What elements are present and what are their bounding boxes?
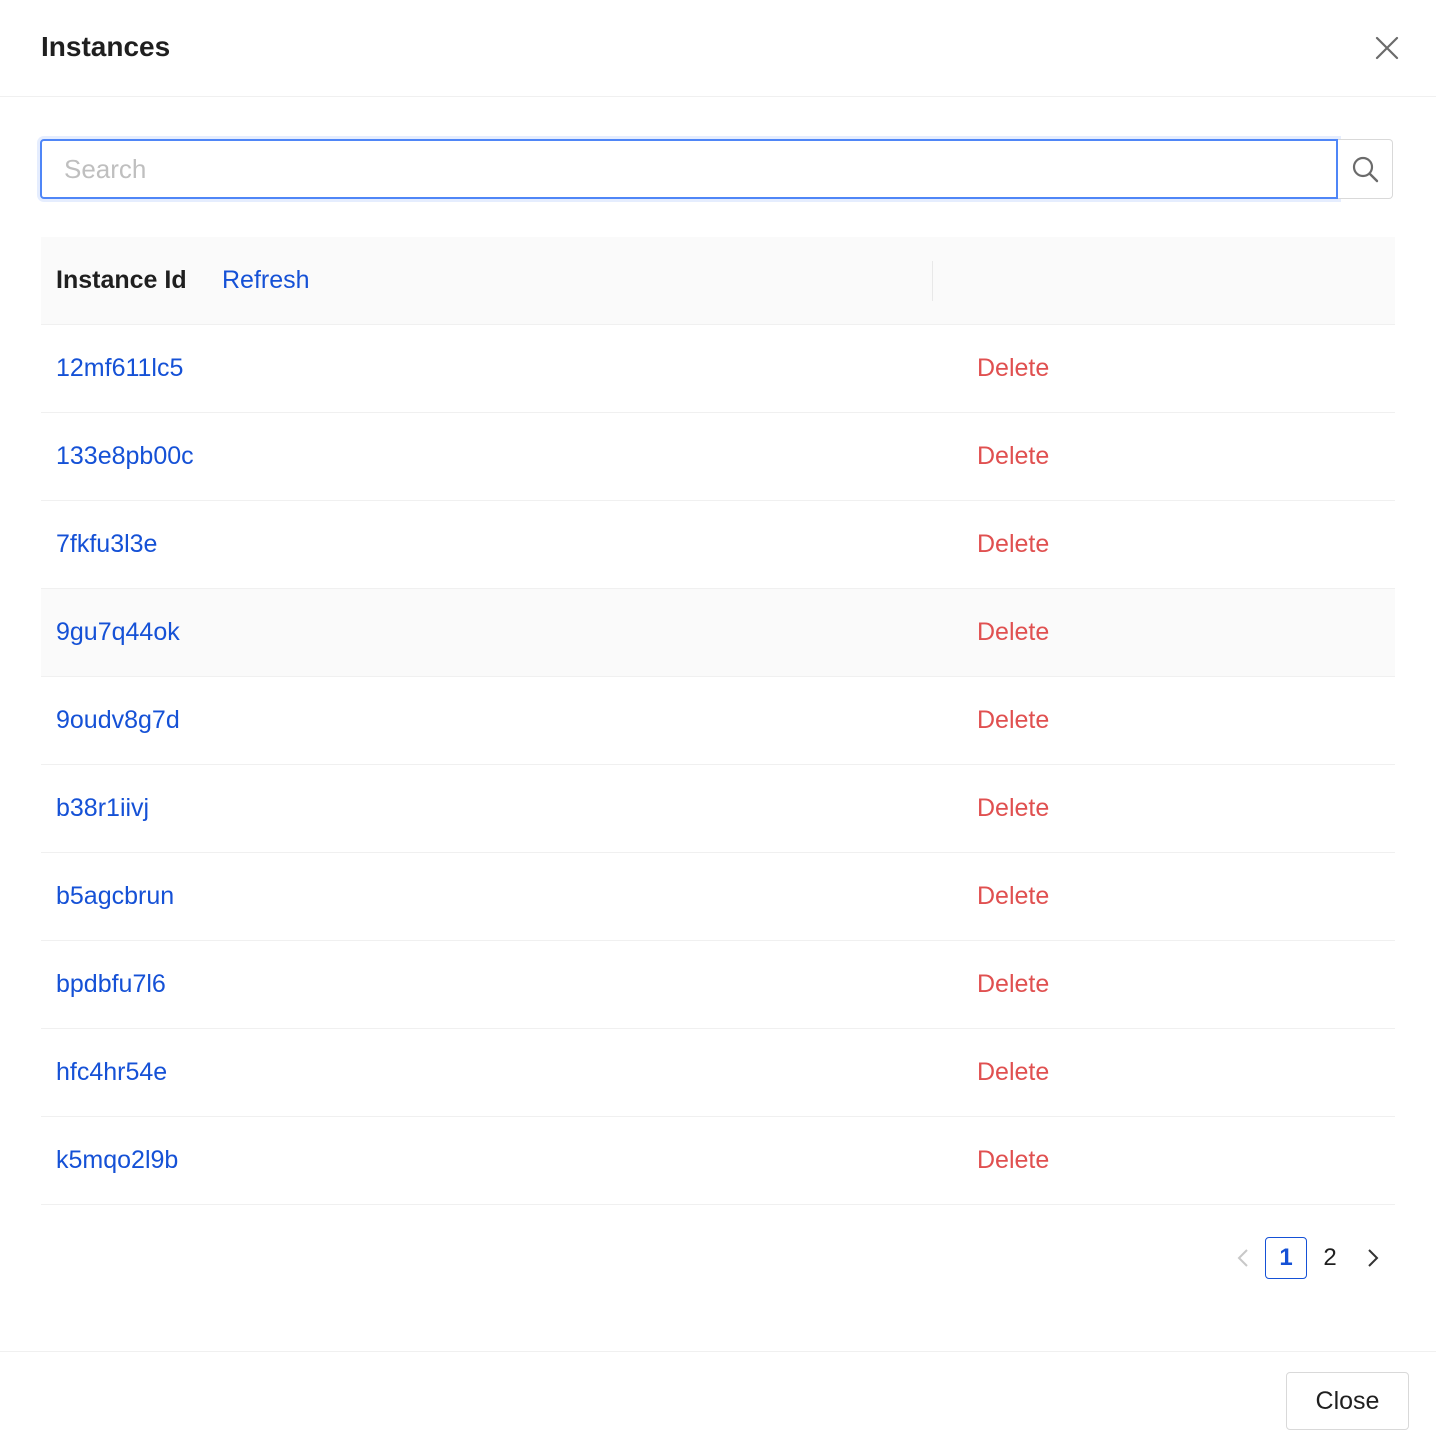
table-row: bpdbfu7l6 Delete [41, 941, 1395, 1029]
table-row: 7fkfu3l3e Delete [41, 501, 1395, 589]
delete-link[interactable]: Delete [977, 1058, 1049, 1087]
table-row: 12mf611lc5 Delete [41, 325, 1395, 413]
instance-id-link[interactable]: b38r1iivj [56, 794, 149, 823]
delete-link[interactable]: Delete [977, 882, 1049, 911]
table-row: hfc4hr54e Delete [41, 1029, 1395, 1117]
delete-link[interactable]: Delete [977, 794, 1049, 823]
delete-link[interactable]: Delete [977, 1146, 1049, 1175]
close-icon[interactable] [1370, 30, 1404, 66]
pagination: 1 2 [1222, 1237, 1394, 1279]
table-row: k5mqo2l9b Delete [41, 1117, 1395, 1205]
table-row: 9oudv8g7d Delete [41, 677, 1395, 765]
search-button[interactable] [1338, 139, 1393, 199]
close-button[interactable]: Close [1286, 1372, 1409, 1430]
column-divider [932, 261, 933, 301]
delete-link[interactable]: Delete [977, 618, 1049, 647]
instance-id-link[interactable]: 9gu7q44ok [56, 618, 180, 647]
instance-id-link[interactable]: 12mf611lc5 [56, 354, 183, 383]
table-row: 9gu7q44ok Delete [41, 589, 1395, 677]
modal-title: Instances [41, 31, 171, 62]
instance-id-link[interactable]: bpdbfu7l6 [56, 970, 166, 999]
chevron-right-icon[interactable] [1352, 1237, 1394, 1279]
page-2-button[interactable]: 2 [1309, 1237, 1351, 1279]
table-row: 133e8pb00c Delete [41, 413, 1395, 501]
modal-footer: Close [0, 1351, 1436, 1448]
instance-id-link[interactable]: b5agcbrun [56, 882, 174, 911]
instance-id-link[interactable]: 9oudv8g7d [56, 706, 180, 735]
instances-modal: Instances Instance Id Refresh 12mf611lc5… [0, 0, 1436, 1448]
table-header: Instance Id Refresh [41, 237, 1395, 325]
delete-link[interactable]: Delete [977, 970, 1049, 999]
search-bar [40, 139, 1393, 199]
instance-id-link[interactable]: k5mqo2l9b [56, 1146, 178, 1175]
refresh-link[interactable]: Refresh [222, 266, 310, 295]
instance-id-link[interactable]: hfc4hr54e [56, 1058, 167, 1087]
delete-link[interactable]: Delete [977, 354, 1049, 383]
table-row: b38r1iivj Delete [41, 765, 1395, 853]
modal-header: Instances [0, 0, 1436, 97]
delete-link[interactable]: Delete [977, 706, 1049, 735]
search-icon [1352, 156, 1379, 183]
delete-link[interactable]: Delete [977, 530, 1049, 559]
instance-id-link[interactable]: 7fkfu3l3e [56, 530, 157, 559]
instance-id-link[interactable]: 133e8pb00c [56, 442, 194, 471]
delete-link[interactable]: Delete [977, 442, 1049, 471]
instances-table: Instance Id Refresh 12mf611lc5 Delete 13… [41, 237, 1395, 1205]
table-row: b5agcbrun Delete [41, 853, 1395, 941]
search-input[interactable] [40, 139, 1338, 199]
column-header-instance-id: Instance Id [56, 266, 187, 294]
page-1-button[interactable]: 1 [1265, 1237, 1307, 1279]
chevron-left-icon[interactable] [1222, 1237, 1264, 1279]
